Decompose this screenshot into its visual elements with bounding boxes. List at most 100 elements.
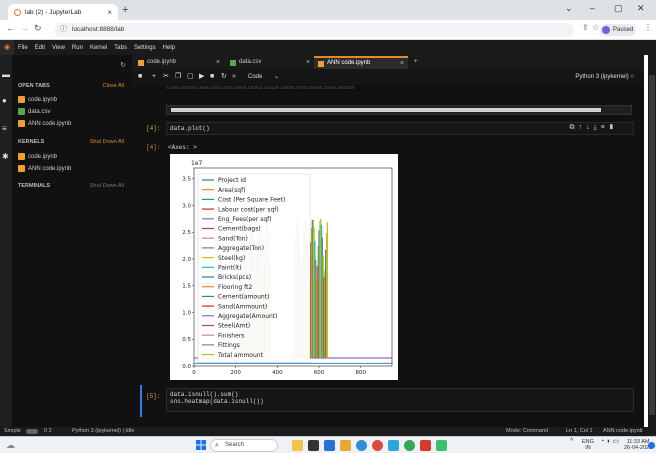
weather-icon[interactable]: ☁ xyxy=(6,440,15,451)
browser-tab-strip: lab (2) - JupyterLab × + ⌄ – ▢ ✕ xyxy=(0,0,656,20)
edge-browser-icon[interactable] xyxy=(356,440,367,451)
close-all-button[interactable]: Close All xyxy=(103,83,124,89)
move-up-icon[interactable]: ↑ xyxy=(578,124,586,131)
notebook-tab-label: data.csv xyxy=(239,59,262,65)
tab-search-icon[interactable]: ⌄ xyxy=(565,3,573,14)
run-icon[interactable]: ▶ xyxy=(199,69,204,85)
kernel-status[interactable]: Python 3 (ipykernel) | Idle xyxy=(72,427,134,436)
task-view-icon[interactable] xyxy=(308,440,319,451)
kernel-name[interactable]: Python 3 (ipykernel) ○ xyxy=(575,69,634,85)
menu-kernel[interactable]: Kernel xyxy=(90,45,107,51)
menu-tabs[interactable]: Tabs xyxy=(114,45,127,51)
add-cell-icon[interactable]: + xyxy=(152,69,156,85)
open-tab-item[interactable]: data.csv xyxy=(18,108,50,115)
cell-output-prompt: [4]: xyxy=(146,144,161,151)
fast-forward-icon[interactable]: » xyxy=(232,69,236,85)
legend-entry: Sand(Ton) xyxy=(218,235,248,242)
bookmark-star-icon[interactable]: ☆ xyxy=(592,23,599,32)
menu-edit[interactable]: Edit xyxy=(35,45,45,51)
insert-icon[interactable]: ⤓ xyxy=(593,124,600,131)
notebook-icon xyxy=(318,60,324,67)
output-horizontal-scrollbar[interactable] xyxy=(166,105,632,115)
copy-icon[interactable]: ❐ xyxy=(175,69,181,85)
cell-code-editor[interactable]: data.isnull().sum() sns.heatmap(data.isn… xyxy=(166,388,634,412)
folder-icon[interactable]: ▬ xyxy=(2,71,10,79)
legend-entry: Aggregate(Ton) xyxy=(218,245,264,252)
notebook-tab-code[interactable]: code.ipynb × xyxy=(134,56,224,69)
reload-icon[interactable]: ↻ xyxy=(34,23,42,34)
start-icon[interactable] xyxy=(196,440,206,450)
refresh-icon[interactable]: ↻ xyxy=(120,61,126,69)
x-tick-label: 800 xyxy=(355,370,366,376)
url-input[interactable]: ⓘ localhost:8888/lab xyxy=(54,23,574,37)
menu-settings[interactable]: Settings xyxy=(134,45,156,51)
menu-dots-icon[interactable]: ⋮ xyxy=(644,23,652,32)
notebook-tab-ann[interactable]: ANN code.ipynb × xyxy=(314,56,408,69)
kernels-heading: KERNELS xyxy=(18,139,45,145)
chrome-browser-icon[interactable] xyxy=(372,440,383,451)
kernel-item[interactable]: code.ipynb xyxy=(18,153,57,160)
y-tick-label: 2.0 xyxy=(182,257,191,263)
widgets-app-icon[interactable] xyxy=(292,440,303,451)
delete-icon[interactable]: ▮ xyxy=(609,124,618,131)
simple-mode-toggle[interactable] xyxy=(26,429,38,434)
teams-app-icon[interactable] xyxy=(324,440,335,451)
shut-down-terminals-button[interactable]: Shut Down All xyxy=(90,183,124,189)
save-icon[interactable]: ■ xyxy=(138,69,142,85)
cell-input-prompt: [4]: xyxy=(146,125,161,132)
tray-chevron-icon[interactable]: ^ xyxy=(570,438,573,445)
close-window-button[interactable]: ✕ xyxy=(637,3,645,14)
close-tab-icon[interactable]: × xyxy=(107,8,112,17)
close-tab-icon[interactable]: × xyxy=(306,56,310,69)
profile-paused-button[interactable]: Paused xyxy=(600,24,636,36)
shut-down-all-kernels-button[interactable]: Shut Down All xyxy=(90,139,124,145)
notebook-tab-label: code.ipynb xyxy=(147,59,177,65)
restart-icon[interactable]: ↻ xyxy=(221,69,227,85)
file-explorer-icon[interactable] xyxy=(340,440,351,451)
maximize-button[interactable]: ▢ xyxy=(614,3,623,14)
office-app-icon[interactable] xyxy=(420,440,431,451)
kernel-item[interactable]: ANN code.ipynb xyxy=(18,165,71,172)
scrollbar-thumb[interactable] xyxy=(171,108,601,112)
cell-code-editor[interactable]: data.plot() xyxy=(166,122,634,135)
close-tab-icon[interactable]: × xyxy=(216,56,220,69)
format-icon[interactable]: ≡ xyxy=(601,124,609,131)
menu-help[interactable]: Help xyxy=(163,45,175,51)
paste-icon[interactable]: ▢ xyxy=(187,69,194,85)
whatsapp-icon[interactable] xyxy=(436,440,447,451)
cell-type-select[interactable]: Code xyxy=(248,69,262,85)
chevron-down-icon[interactable]: ⌄ xyxy=(274,69,279,85)
cell-toolbar: ⧉↑↓⤓≡▮ xyxy=(569,124,618,132)
add-tab-button[interactable]: + xyxy=(410,56,424,69)
site-info-icon[interactable]: ⓘ xyxy=(60,23,67,37)
extension-icon[interactable]: ✱ xyxy=(2,153,10,161)
cut-icon[interactable]: ✂ xyxy=(163,69,169,85)
browser-tab[interactable]: lab (2) - JupyterLab × xyxy=(8,4,118,20)
menu-file[interactable]: File xyxy=(18,45,28,51)
running-icon[interactable]: ● xyxy=(2,97,10,105)
new-tab-button[interactable]: + xyxy=(122,4,128,16)
scrollbar-thumb[interactable] xyxy=(649,75,655,415)
notebook-tab-data[interactable]: data.csv × xyxy=(226,56,314,69)
language-indicator[interactable]: ENG IN xyxy=(582,439,594,451)
open-tab-item[interactable]: ANN code.ipynb xyxy=(18,120,71,127)
open-tab-item[interactable]: code.ipynb xyxy=(18,96,57,103)
notebook-vertical-scrollbar[interactable] xyxy=(648,55,656,427)
toc-icon[interactable]: ≡ xyxy=(2,125,10,133)
menu-view[interactable]: View xyxy=(52,45,65,51)
store-app-icon[interactable] xyxy=(388,440,399,451)
back-icon[interactable]: ← xyxy=(6,23,15,33)
stop-icon[interactable]: ■ xyxy=(210,69,214,85)
notification-icon[interactable] xyxy=(648,442,655,449)
jupyter-statusbar: Simple 0 2 Python 3 (ipykernel) | Idle M… xyxy=(0,427,656,436)
share-icon[interactable]: ⇪ xyxy=(582,23,589,32)
forward-icon[interactable]: → xyxy=(20,23,29,33)
network-volume-battery-icon[interactable]: ◔ ◖ ▭ xyxy=(600,438,619,445)
minimize-button[interactable]: – xyxy=(590,3,595,13)
app-icon[interactable] xyxy=(404,440,415,451)
taskbar-search-input[interactable]: ⌕ Search xyxy=(210,439,278,452)
y-exponent-label: 1e7 xyxy=(191,160,203,167)
cursor-position[interactable]: Ln 1, Col 1 xyxy=(566,427,593,436)
menu-run[interactable]: Run xyxy=(72,45,83,51)
open-tabs-heading: OPEN TABS xyxy=(18,83,50,89)
